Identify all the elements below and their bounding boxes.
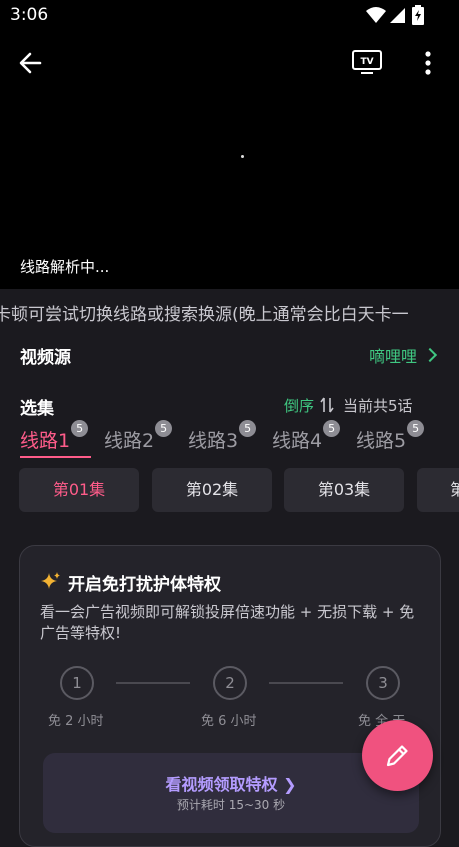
step-connector xyxy=(116,682,190,684)
source-label: 视频源 xyxy=(20,348,71,368)
tv-cast-icon[interactable]: TV xyxy=(347,47,387,77)
signal-icon xyxy=(390,8,405,23)
active-tab-indicator xyxy=(20,456,91,458)
route-count-badge: 5 xyxy=(239,420,257,437)
route-label: 线路3 xyxy=(188,430,239,452)
episode-total[interactable]: 当前共5话 xyxy=(343,395,413,416)
tab-route-1[interactable]: 线路1 5 xyxy=(20,420,89,453)
status-bar: 3:06 xyxy=(0,0,459,32)
source-value: 嘀哩哩 xyxy=(368,347,417,366)
step-2-label: 免 6 小时 xyxy=(201,714,257,729)
loading-indicator xyxy=(241,155,244,158)
route-label: 线路5 xyxy=(356,430,407,452)
back-arrow-icon[interactable] xyxy=(14,46,48,80)
tab-route-2[interactable]: 线路2 5 xyxy=(104,420,173,453)
episode-button[interactable]: 第 xyxy=(417,468,459,512)
episodes-label: 选集 xyxy=(20,399,54,419)
tab-route-5[interactable]: 线路5 5 xyxy=(356,420,425,453)
watch-ad-button-title[interactable]: 看视频领取特权 ❯ xyxy=(43,771,419,795)
privilege-description: 看一会广告视频即可解锁投屏倍速功能 + 无损下载 + 免广告等特权! xyxy=(40,603,415,642)
parsing-status: 线路解析中... xyxy=(20,258,110,276)
battery-charging-icon xyxy=(412,5,424,25)
step-connector xyxy=(269,682,343,684)
source-selector[interactable]: 嘀哩哩 xyxy=(368,343,438,367)
chevron-right-icon xyxy=(422,347,438,363)
notice-marquee: 卡顿可尝试切换线路或搜索换源(晚上通常会比白天卡一 xyxy=(0,295,459,327)
tab-route-3[interactable]: 线路3 5 xyxy=(188,420,257,453)
episode-button[interactable]: 第01集 xyxy=(19,468,139,512)
step-1-label: 免 2 小时 xyxy=(48,714,104,729)
route-label: 线路1 xyxy=(20,430,71,452)
sparkle-icon xyxy=(41,572,60,589)
episode-button[interactable]: 第03集 xyxy=(284,468,404,512)
notice-text: 卡顿可尝试切换线路或搜索换源(晚上通常会比白天卡一 xyxy=(0,305,409,325)
svg-text:TV: TV xyxy=(360,57,373,67)
route-count-badge: 5 xyxy=(155,420,173,437)
route-count-badge: 5 xyxy=(71,420,89,437)
step-1-circle: 1 xyxy=(60,666,94,700)
route-count-badge: 5 xyxy=(323,420,341,437)
status-time: 3:06 xyxy=(10,5,49,25)
sort-icon[interactable] xyxy=(318,396,336,414)
route-count-badge: 5 xyxy=(407,420,425,437)
route-label: 线路4 xyxy=(272,430,323,452)
step-2-circle: 2 xyxy=(213,666,247,700)
route-label: 线路2 xyxy=(104,430,155,452)
privilege-title: 开启免打扰护体特权 xyxy=(68,575,221,595)
more-vertical-icon[interactable] xyxy=(418,46,438,80)
pencil-icon xyxy=(386,745,408,767)
edit-fab-button[interactable] xyxy=(362,720,433,791)
tab-route-4[interactable]: 线路4 5 xyxy=(272,420,341,453)
order-toggle-label[interactable]: 倒序 xyxy=(284,395,314,416)
step-3-circle: 3 xyxy=(366,666,400,700)
episode-button[interactable]: 第02集 xyxy=(152,468,272,512)
watch-ad-button-subtitle: 预计耗时 15~30 秒 xyxy=(176,798,286,812)
wifi-icon xyxy=(366,7,386,23)
player-toolbar: TV xyxy=(0,38,459,88)
